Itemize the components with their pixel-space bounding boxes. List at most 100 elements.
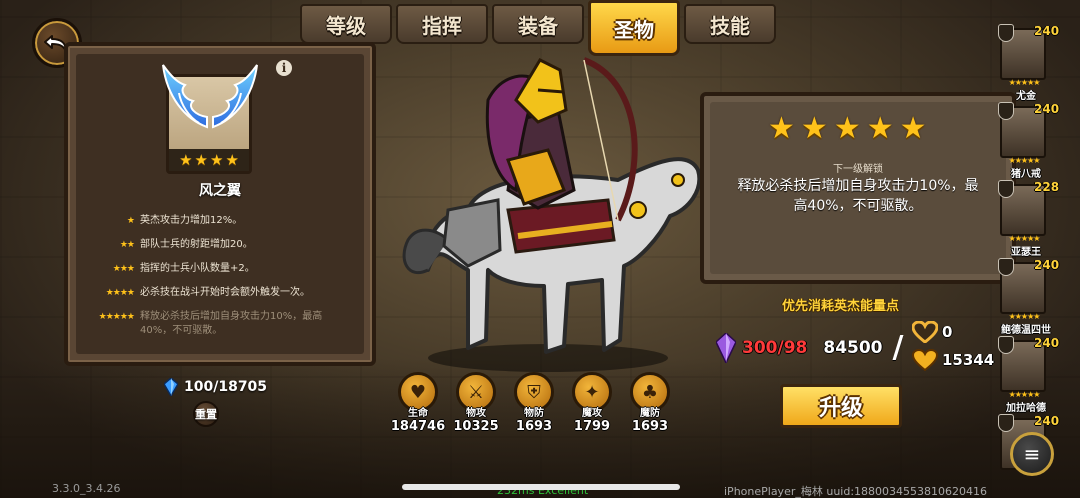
heart-value: 15344 [942,351,995,369]
next-unlock-panel: ★ ★ ★ ★ ★ 下一级解锁 释放必杀技后增加自身攻击力10%，最高40%，不… [700,92,1016,284]
blue-crystal-icon [164,378,178,396]
effect-text: 必杀技在战斗开始时会额外触发一次。 [140,287,310,298]
stat-label: 生命 [408,408,428,419]
hero-stars: ★★★★★ [1008,78,1041,87]
relic-icon-frame[interactable]: ★ ★ ★ ★ [162,64,258,174]
effect-row: ★★★★ 必杀技在战斗开始时会额外触发一次。 [78,286,348,300]
effect-stars: ★★★★ [105,288,135,298]
stat-value: 1799 [573,419,611,434]
effect-row: ★★★ 指挥的士兵小队数量+2。 [78,262,348,276]
heart-balance: 15344 [912,346,994,374]
effect-text: 英杰攻击力增加12%。 [140,215,243,226]
hero-stars: ★★★★★ [1008,312,1041,321]
next-unlock-label: 下一级解锁 [833,164,883,175]
effect-text: 部队士兵的射距增加20。 [140,239,253,250]
stat-physical-attack: ⚔ 物攻 10325 [453,372,499,434]
star-icon: ★ [899,111,927,146]
star-icon: ★ [768,111,795,146]
stat-value: 10325 [453,419,499,434]
cost-separator: / [892,330,904,365]
stat-magic-attack: ✦ 魔攻 1799 [570,372,614,434]
effect-stars: ★ [126,216,135,226]
crystal-count-text: 100/18705 [184,379,268,395]
star-icon: ★ [800,111,828,146]
upgrade-cost: 300/98 84500 / [716,330,903,365]
class-badge-icon [998,24,1014,42]
menu-icon: ≡ [1023,442,1041,466]
relic-name: 风之翼 [199,183,241,199]
hero-stars: ★★★★★ [1008,234,1041,243]
star-icon: ★ [866,111,894,146]
class-badge-icon [998,180,1014,198]
stat-magic-defense: ♣ 魔防 1693 [628,372,672,434]
menu-button[interactable]: ≡ [1010,432,1054,476]
hero-level: 228 [1034,180,1060,194]
next-unlock-description: 释放必杀技后增加自身攻击力10%，最高40%，不可驱散。 [737,178,979,214]
hero-level: 240 [1034,102,1060,116]
upgrade-button[interactable]: 升级 [780,384,902,428]
version-text: 3.3.0_3.4.26 [52,482,121,495]
stat-label: 物防 [524,408,544,419]
purple-crystal-icon [716,332,736,363]
info-icon[interactable]: i [276,60,292,76]
stat-value: 184746 [390,419,446,434]
stat-label: 魔攻 [582,408,602,419]
effect-row: ★ 英杰攻击力增加12%。 [78,214,348,228]
hero-name: 亚瑟王 [1011,247,1041,258]
hero-level: 240 [1034,414,1060,428]
hero-name: 鲍德温四世 [1001,325,1051,336]
effect-stars: ★★★★★ [98,312,135,322]
gold-heart-icon [912,349,938,371]
relic-crystal-count: 100/18705 [164,378,267,396]
hero-name: 加拉哈德 [1006,403,1046,414]
star-icon: ★ [833,111,861,146]
stat-value: 1693 [515,419,553,434]
tab-equipment[interactable]: 装备 [492,4,584,44]
effect-stars: ★★★ [112,264,135,274]
hero-card[interactable]: 228 ★★★★★ 亚瑟王 [998,180,1068,258]
stat-label: 物攻 [466,408,486,419]
stat-physical-defense: ⛨ 物防 1693 [512,372,556,434]
hero-name: 尤金 [1016,91,1036,102]
relic-star-rating: ★ ★ ★ ★ [169,149,249,171]
effect-text: 指挥的士兵小队数量+2。 [140,263,255,274]
hero-level: 240 [1034,336,1060,350]
priority-consume-label[interactable]: 优先消耗英杰能量点 [782,295,899,314]
hero-card[interactable]: 240 ★★★★★ 猪八戒 [998,102,1068,180]
shard-cost: 300/98 [742,337,808,358]
resource-balance: 0 15344 [912,318,994,374]
class-badge-icon [998,414,1014,432]
energy-point-balance: 0 [912,318,994,346]
tab-skill[interactable]: 技能 [684,4,776,44]
hero-portrait [402,57,702,372]
hero-name: 猪八戒 [1011,169,1041,180]
hero-card[interactable]: 240 ★★★★★ 鲍德温四世 [998,258,1068,336]
hero-stats: ♥ 生命 184746 ⚔ 物攻 10325 ⛨ 物防 1693 ✦ 魔攻 17… [391,372,672,434]
effect-text: 释放必杀技后增加自身攻击力10%，最高40%，不可驱散。 [140,311,323,336]
outline-heart-icon [912,321,938,343]
hero-stars: ★★★★★ [1008,390,1041,399]
effect-row: ★★ 部队士兵的射距增加20。 [78,238,348,252]
hero-card[interactable]: 240 ★★★★★ 尤金 [998,24,1068,102]
hero-level: 240 [1034,258,1060,272]
relic-effects-list: ★ 英杰攻击力增加12%。 ★★ 部队士兵的射距增加20。 ★★★ 指挥的士兵小… [78,214,348,348]
stat-value: 1693 [631,419,669,434]
class-badge-icon [998,336,1014,354]
tab-command[interactable]: 指挥 [396,4,488,44]
stat-hp: ♥ 生命 184746 [391,372,445,434]
class-badge-icon [998,258,1014,276]
relic-panel: i ★ ★ ★ ★ 风之翼 ★ 英杰攻击力增加12%。 ★★ 部队士兵的射距增加20 [64,42,376,366]
hero-list: 240 ★★★★★ 尤金 240 ★★★★★ 猪八戒 228 ★★★★★ 亚瑟王… [998,24,1072,492]
stat-label: 魔防 [640,408,660,419]
reset-label: 重置 [195,408,217,421]
effect-stars: ★★ [119,240,135,250]
wings-icon [162,64,258,129]
hero-level: 240 [1034,24,1060,38]
gold-cost: 84500 [823,337,883,358]
class-badge-icon [998,102,1014,120]
effect-row-locked: ★★★★★ 释放必杀技后增加自身攻击力10%，最高40%，不可驱散。 [78,310,348,338]
home-indicator[interactable] [402,484,680,490]
hero-card[interactable]: 240 ★★★★★ 加拉哈德 [998,336,1068,414]
tab-level[interactable]: 等级 [300,4,392,44]
next-unlock-stars: ★ ★ ★ ★ ★ [768,114,927,144]
